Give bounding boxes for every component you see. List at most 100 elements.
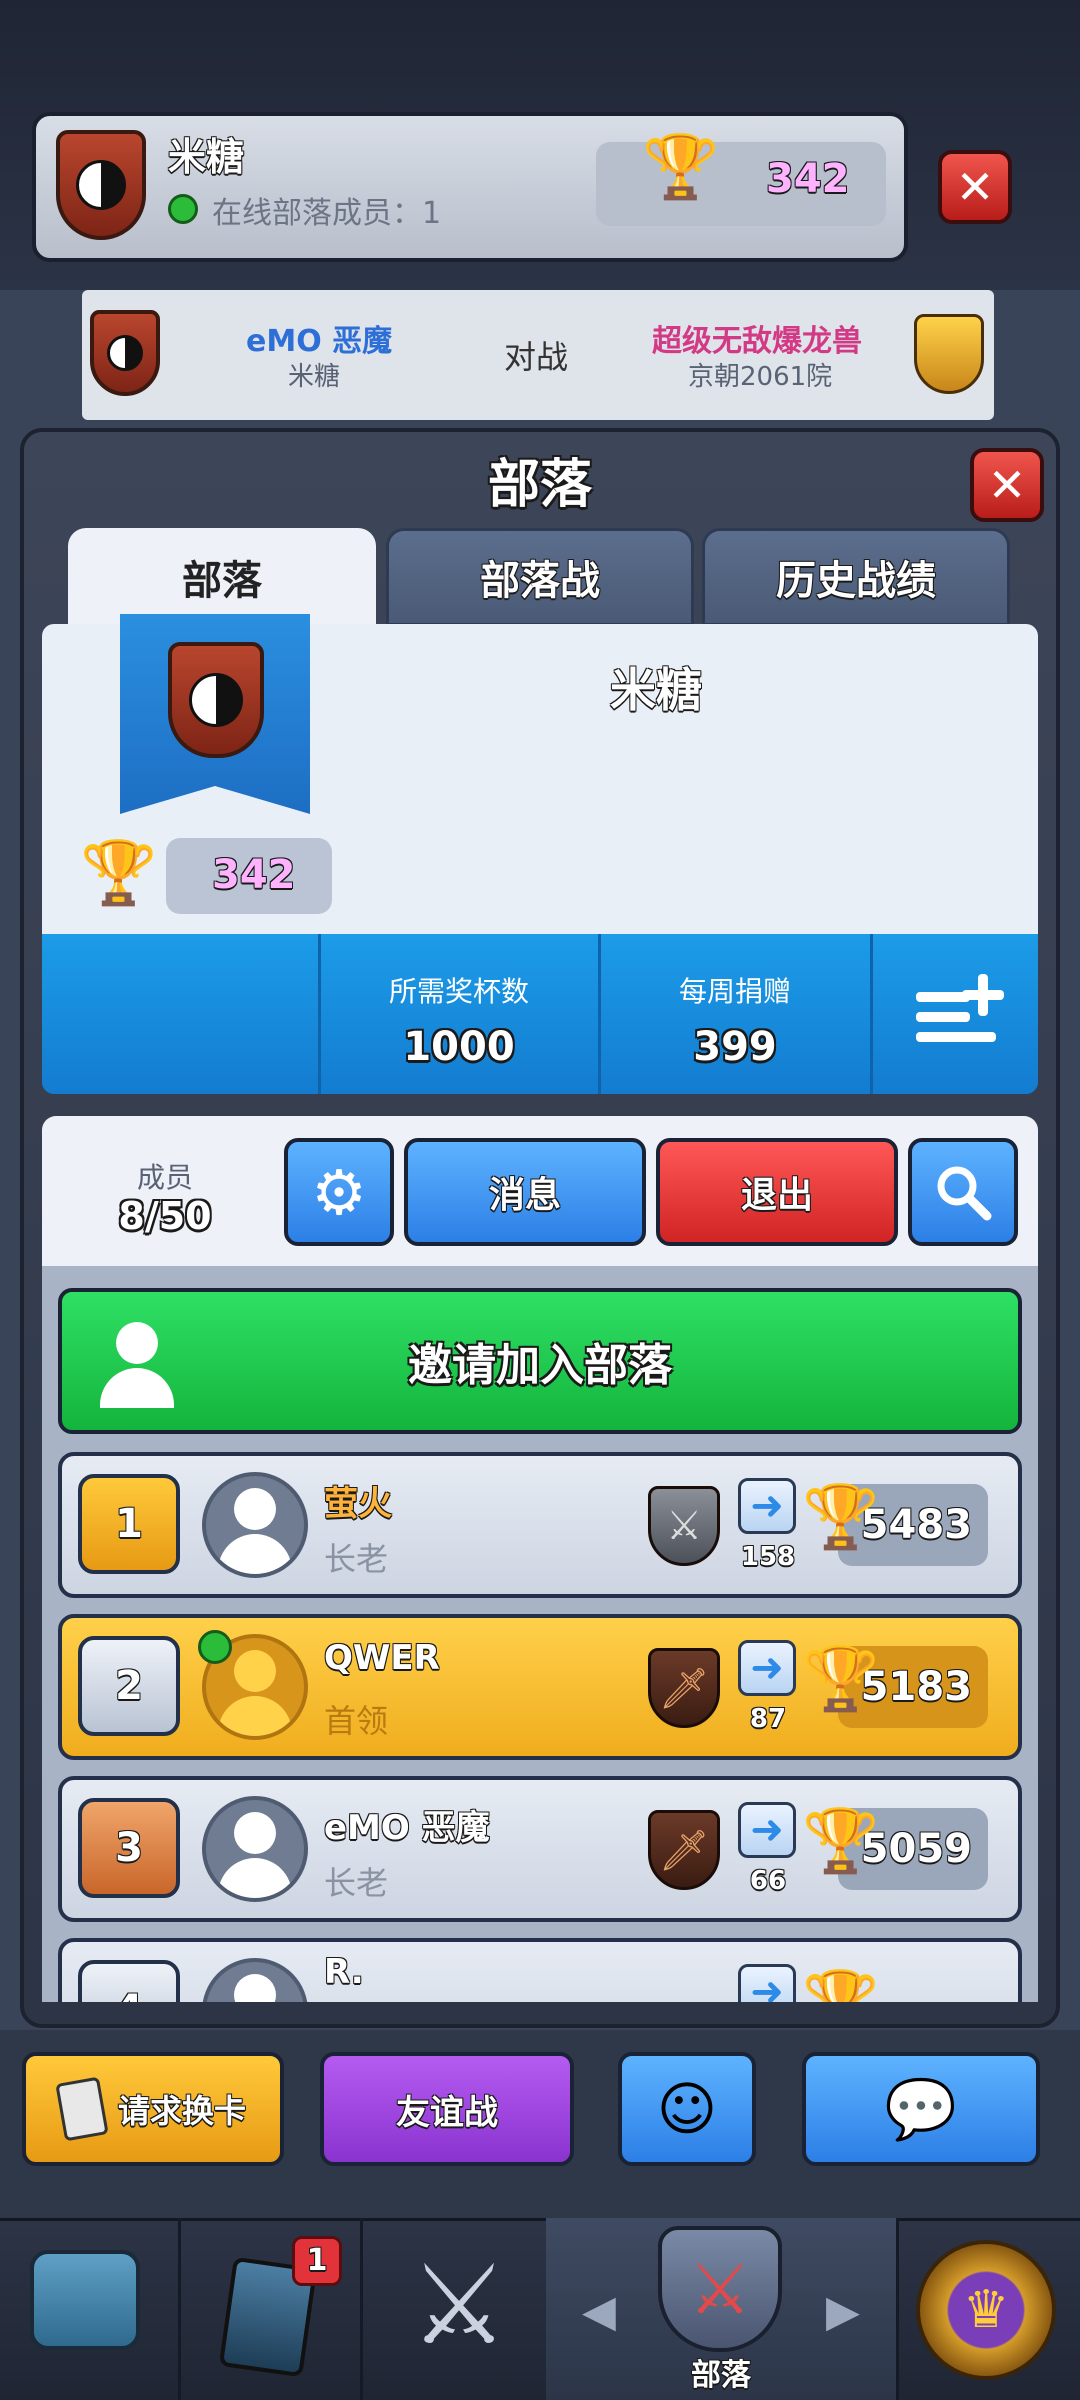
- member-avatar: [202, 1796, 308, 1902]
- nav-divider: [178, 2218, 181, 2400]
- chat-button[interactable]: 💬: [802, 2052, 1040, 2166]
- clan-trophies: 342: [766, 156, 850, 202]
- war-strip: eMO 恶魔 米糖 对战 超级无敌爆龙兽 京朝2061院: [82, 290, 994, 420]
- modal-close-button[interactable]: ✕: [970, 448, 1044, 522]
- crossed-swords-icon: ⚔: [409, 2241, 509, 2369]
- member-row-self[interactable]: 2 QWER 首领 🗡 ➜ 87 5183 🏆: [58, 1614, 1022, 1760]
- tab-clan-war[interactable]: 部落战: [386, 528, 694, 626]
- member-role: 长老: [324, 1540, 389, 1578]
- settings-button[interactable]: ⚙: [284, 1138, 394, 1246]
- member-role: 首领: [324, 1702, 389, 1740]
- stats-divider: [598, 934, 601, 1094]
- clan-name: 米糖: [168, 135, 245, 179]
- emote-button[interactable]: ☺: [618, 2052, 756, 2166]
- clan-info-list-icon[interactable]: [912, 966, 1008, 1056]
- online-dot-icon: [168, 194, 198, 224]
- member-row[interactable]: 4 R. ➜ 🏆: [58, 1938, 1022, 2002]
- nav-clan-label: 部落: [691, 2358, 751, 2393]
- trophy-icon: 🏆: [802, 1642, 880, 1715]
- member-donations: 87: [749, 1704, 787, 1734]
- smiley-chat-icon: ☺: [656, 2075, 718, 2143]
- nav-divider: [360, 2218, 363, 2400]
- tab-clan[interactable]: 部落: [68, 528, 376, 626]
- invite-label: 邀请加入部落: [408, 1340, 672, 1391]
- member-row[interactable]: 3 eMO 恶魔 长老 🗡 ➜ 66 5059 🏆: [58, 1776, 1022, 1922]
- cards-icon: [55, 2076, 109, 2142]
- right-player-name: 超级无敌爆龙兽: [652, 324, 862, 359]
- right-clan-badge-icon: [914, 314, 984, 394]
- clan-trophy-value: 342: [212, 852, 296, 898]
- donation-icon: ➜: [738, 1478, 796, 1534]
- leave-button[interactable]: 退出: [656, 1138, 898, 1246]
- nav-shop[interactable]: [30, 2236, 150, 2366]
- online-members-text: 在线部落成员：1: [212, 196, 442, 231]
- clan-summary-card[interactable]: 米糖 在线部落成员：1 🏆 342: [32, 112, 908, 262]
- member-donations: 158: [740, 1542, 796, 1572]
- nav-events[interactable]: ♛: [916, 2240, 1056, 2380]
- clan-name-large: 米糖: [610, 663, 702, 717]
- chest-icon: [30, 2250, 140, 2350]
- member-name: eMO 恶魔: [324, 1808, 490, 1848]
- person-icon: [100, 1322, 174, 1408]
- donation-icon: ➜: [738, 1802, 796, 1858]
- stats-divider: [870, 934, 873, 1094]
- gear-icon: ⚙: [311, 1155, 367, 1229]
- members-count: 8/50: [118, 1194, 212, 1238]
- required-trophies-value: 1000: [403, 1024, 515, 1070]
- tab-history[interactable]: 历史战绩: [702, 528, 1010, 626]
- league-badge-icon: 🗡: [648, 1810, 720, 1890]
- stats-divider: [318, 934, 321, 1094]
- request-card-button[interactable]: 请求换卡: [22, 2052, 284, 2166]
- chevron-left-icon: ◀: [582, 2286, 616, 2337]
- member-name: 萤火: [324, 1484, 392, 1524]
- member-row[interactable]: 1 萤火 长老 ⚔ ➜ 158 5483 🏆: [58, 1452, 1022, 1598]
- trophy-icon: 🏆: [802, 1480, 880, 1553]
- member-name: QWER: [324, 1638, 440, 1678]
- left-clan-name: 米糖: [288, 362, 341, 392]
- message-button[interactable]: 消息: [404, 1138, 646, 1246]
- left-clan-badge-icon: [90, 310, 160, 396]
- search-icon: [937, 1166, 992, 1221]
- member-rank: 3: [78, 1798, 180, 1898]
- chevron-right-icon: ▶: [826, 2286, 860, 2337]
- member-row-clip: 4 R. ➜ 🏆: [42, 1938, 1038, 2002]
- trophy-icon: 🏆: [802, 1804, 880, 1877]
- member-donations: 66: [749, 1866, 787, 1896]
- member-rank: 1: [78, 1474, 180, 1574]
- search-button[interactable]: [908, 1138, 1018, 1246]
- nav-battle[interactable]: ⚔: [394, 2240, 524, 2370]
- chat-bubble-icon: 💬: [884, 2074, 958, 2143]
- member-name: R.: [324, 1952, 364, 1992]
- donation-icon: ➜: [738, 1640, 796, 1696]
- nav-cards[interactable]: 1: [206, 2236, 342, 2378]
- member-rank: 2: [78, 1636, 180, 1736]
- tournament-crown-icon: ♛: [962, 2280, 1010, 2340]
- top-close-button[interactable]: ✕: [938, 150, 1012, 224]
- required-trophies-label: 所需奖杯数: [388, 975, 529, 1008]
- trophy-icon: 🏆: [642, 130, 720, 203]
- trophy-icon: 🏆: [802, 1968, 879, 2003]
- nav-divider: [896, 2218, 899, 2400]
- request-card-label: 请求换卡: [117, 2092, 246, 2130]
- clan-trophy-icon: 🏆: [80, 836, 158, 909]
- clan-stats-bar: [42, 934, 1038, 1094]
- modal-title: 部落: [487, 455, 592, 515]
- vs-label: 对战: [504, 338, 569, 376]
- weekly-donations-label: 每周捐赠: [678, 975, 791, 1008]
- clan-badge-large-icon: [168, 642, 264, 758]
- online-dot-icon: [198, 1630, 232, 1664]
- league-badge-icon: 🗡: [648, 1648, 720, 1728]
- league-badge-icon: ⚔: [648, 1486, 720, 1566]
- friendly-battle-button[interactable]: 友谊战: [320, 2052, 574, 2166]
- donation-icon: ➜: [738, 1964, 796, 2002]
- weekly-donations-value: 399: [693, 1024, 777, 1070]
- clan-badge-icon: [56, 130, 146, 240]
- member-role: 长老: [324, 1864, 389, 1902]
- members-label: 成员: [136, 1161, 193, 1194]
- right-clan-name: 京朝2061院: [688, 362, 833, 392]
- cards-badge: 1: [292, 2236, 342, 2286]
- clan-shield-icon: ⚔: [658, 2226, 782, 2352]
- nav-clan-active[interactable]: ◀ ▶ ⚔ 部落: [546, 2218, 896, 2400]
- invite-button[interactable]: 邀请加入部落: [58, 1288, 1022, 1434]
- member-rank: 4: [78, 1960, 180, 2002]
